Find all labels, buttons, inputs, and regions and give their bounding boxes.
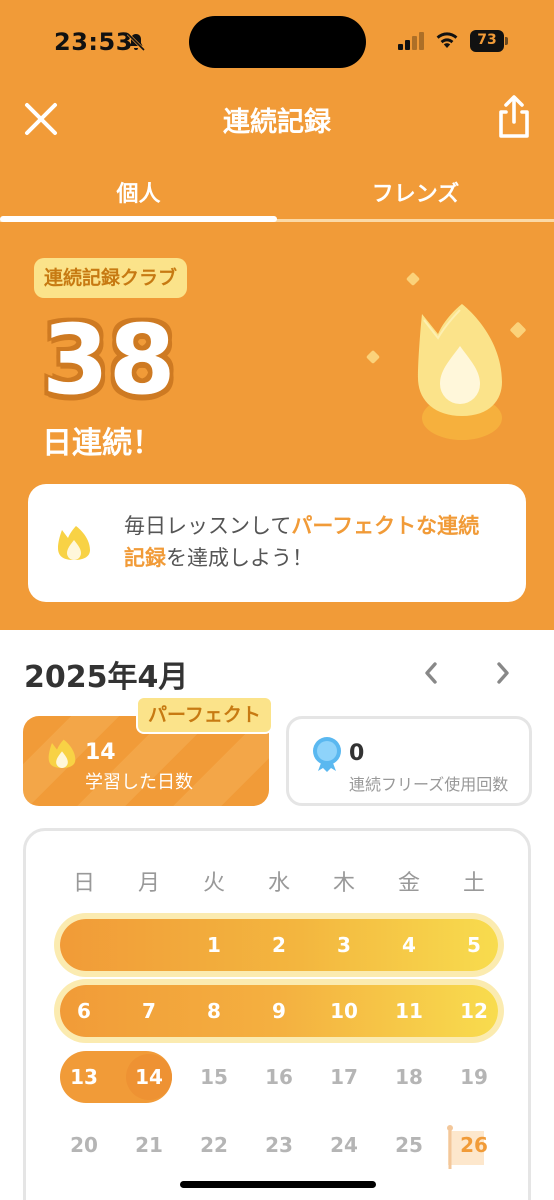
calendar-day[interactable] [119,919,179,971]
status-bar: 23:53 73 [0,0,554,84]
calendar-day[interactable]: 25 [379,1119,439,1171]
calendar-day[interactable]: 16 [249,1051,309,1103]
flame-icon [366,272,526,440]
weekday-sat: 土 [462,871,485,896]
calendar-day[interactable]: 13 [54,1051,114,1103]
calendar-day[interactable]: 7 [119,985,179,1037]
weekday-wed: 水 [267,871,290,896]
calendar-day[interactable]: 21 [119,1119,179,1171]
calendar-day[interactable]: 12 [444,985,504,1037]
wifi-icon [436,32,458,48]
tab-friends[interactable]: フレンズ [277,176,554,208]
weekday-thu: 木 [332,871,355,896]
learned-days-count: 14 [85,740,116,765]
tab-personal[interactable]: 個人 [0,176,277,208]
chevron-right-icon[interactable] [490,658,516,688]
weekday-sun: 日 [72,871,95,896]
learned-days-label: 学習した日数 [85,772,193,793]
calendar-day[interactable]: 20 [54,1119,114,1171]
streak-label: 日連続！ [42,426,162,461]
perfect-badge: パーフェクト [136,696,273,734]
calendar-day[interactable]: 8 [184,985,244,1037]
weekday-tue: 火 [202,871,225,896]
weekday-fri: 金 [397,871,420,896]
calendar-day[interactable]: 19 [444,1051,504,1103]
calendar-day[interactable]: 24 [314,1119,374,1171]
calendar-day[interactable]: 3 [314,919,374,971]
calendar-day[interactable]: 14 [119,1051,179,1103]
weekday-mon: 月 [137,871,160,896]
calendar-day[interactable]: 5 [444,919,504,971]
share-icon[interactable] [494,94,534,140]
tip-text: 毎日レッスンしてパーフェクトな連続記録を達成しよう！ [124,514,480,570]
calendar-day[interactable]: 10 [314,985,374,1037]
calendar-day[interactable]: 1 [184,919,244,971]
calendar-day[interactable] [54,919,114,971]
calendar: 日 月 火 水 木 金 土 1 2 3 4 5 6 7 8 9 10 11 12… [23,828,531,1200]
status-time: 23:53 [54,28,133,56]
chevron-left-icon[interactable] [418,658,444,688]
tab-active-indicator [0,216,277,222]
battery-level: 73 [477,32,497,48]
signal-icon [398,32,424,50]
calendar-day[interactable]: 4 [379,919,439,971]
freeze-icon [313,737,341,772]
home-indicator[interactable] [180,1181,376,1188]
calendar-day[interactable]: 11 [379,985,439,1037]
freeze-count: 0 [349,741,365,766]
streak-count: 38 [42,304,176,416]
flame-icon [48,739,76,768]
calendar-day[interactable]: 9 [249,985,309,1037]
calendar-day[interactable]: 17 [314,1051,374,1103]
battery-icon: 73 [470,30,508,52]
page-title: 連続記録 [223,107,331,138]
freeze-label: 連続フリーズ使用回数 [349,775,509,794]
streak-club-badge: 連続記録クラブ [34,258,188,298]
calendar-day-today[interactable]: 26 [444,1119,504,1171]
calendar-day[interactable]: 6 [54,985,114,1037]
calendar-day[interactable]: 2 [249,919,309,971]
calendar-day[interactable]: 22 [184,1119,244,1171]
month-title: 2025年4月 [24,660,189,695]
tip-card: 毎日レッスンしてパーフェクトな連続記録を達成しよう！ [28,484,526,602]
calendar-day[interactable]: 23 [249,1119,309,1171]
flame-icon [58,526,90,560]
calendar-day[interactable]: 15 [184,1051,244,1103]
dynamic-island [189,16,366,68]
bell-off-icon [126,32,146,52]
streak-freeze-card: 0 連続フリーズ使用回数 [286,716,532,806]
calendar-day[interactable]: 18 [379,1051,439,1103]
